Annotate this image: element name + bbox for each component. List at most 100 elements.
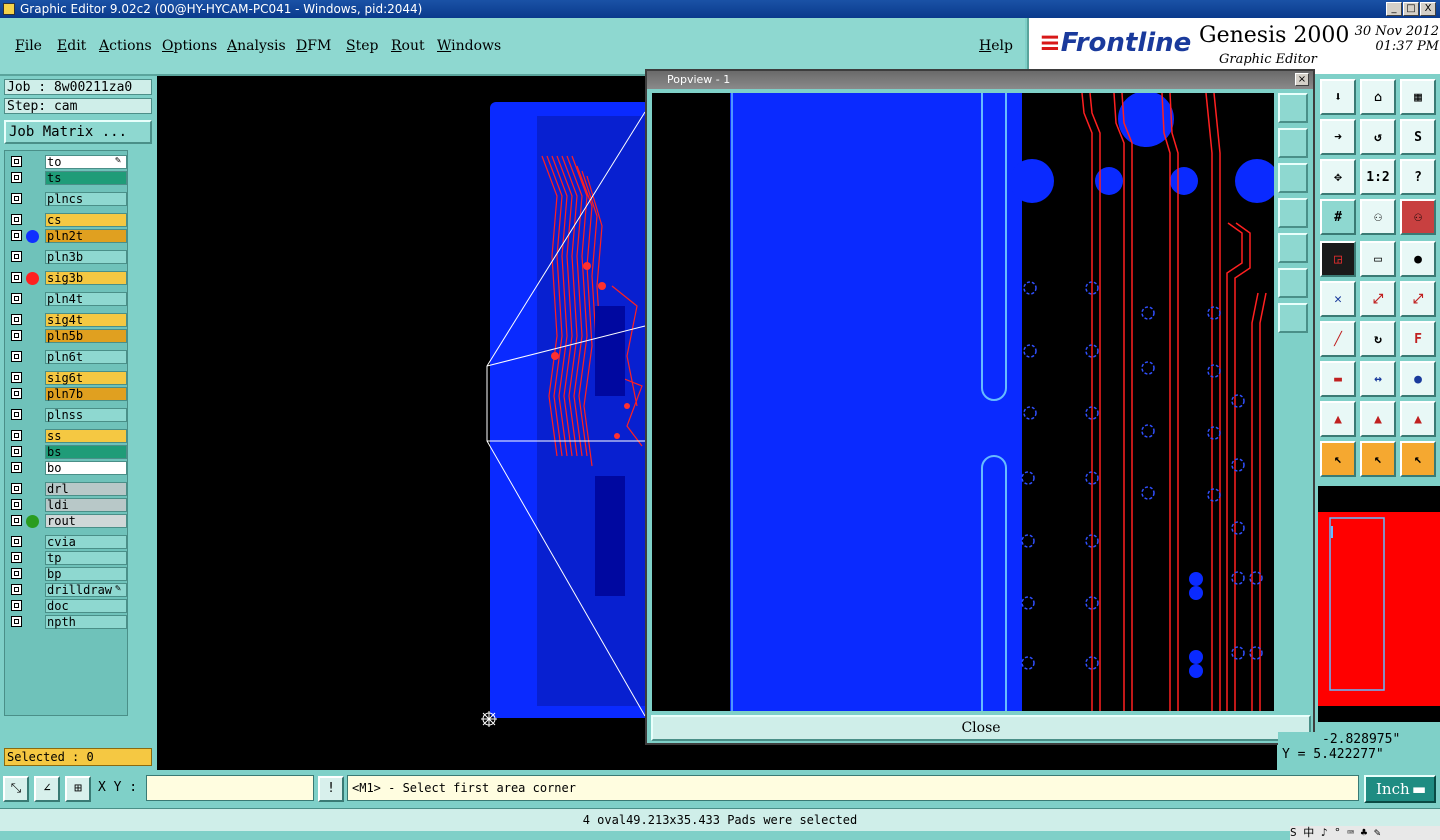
layer-name[interactable]: bo [45, 461, 127, 475]
menu-analysis[interactable]: Analysis [227, 38, 286, 54]
layer-checkbox[interactable] [11, 388, 22, 399]
layer-name[interactable]: plnss [45, 408, 127, 422]
layer-name[interactable]: pln3b [45, 250, 127, 264]
pv-center-icon[interactable] [1278, 303, 1308, 333]
grid-icon[interactable]: # [1320, 199, 1356, 235]
ime-toolbar[interactable]: S 中 ♪ ° ⌨ ♣ ✎ [1290, 826, 1440, 840]
layer-checkbox[interactable] [11, 616, 22, 627]
window-split-icon[interactable]: ▦ [1400, 79, 1436, 115]
select-arrow-2-icon[interactable]: ↖ [1360, 441, 1396, 477]
zoom-area-icon[interactable]: ⤡ [3, 776, 29, 802]
menu-windows[interactable]: Windows [437, 38, 501, 54]
layer-checkbox[interactable] [11, 584, 22, 595]
menu-edit[interactable]: Edit [57, 38, 86, 54]
close-window-button[interactable]: X [1420, 2, 1436, 16]
dimension-icon[interactable]: ↔ [1360, 361, 1396, 397]
layer-checkbox[interactable] [11, 515, 22, 526]
layer-checkbox[interactable] [11, 193, 22, 204]
ruler-icon[interactable]: ▭ [1360, 241, 1396, 277]
measure-icon[interactable]: ◲ [1320, 241, 1356, 277]
scale-icon[interactable]: 1:2 [1360, 159, 1396, 195]
select-net-icon[interactable]: ↖ [1400, 441, 1436, 477]
layer-name[interactable]: sig3b [45, 271, 127, 285]
layer-name[interactable]: sig6t [45, 371, 127, 385]
triangle-icon[interactable]: ▲ [1320, 401, 1356, 437]
layer-checkbox[interactable] [11, 351, 22, 362]
layer-name[interactable]: pln7b [45, 387, 127, 401]
layer-name[interactable]: sig4t [45, 313, 127, 327]
menu-file[interactable]: File [15, 38, 42, 54]
layer-name[interactable]: rout [45, 514, 127, 528]
layer-name[interactable]: npth [45, 615, 127, 629]
pv-up-icon[interactable] [1278, 128, 1308, 158]
measure-tool-icon[interactable]: ∠ [34, 776, 60, 802]
down-arrow-icon[interactable]: ⬇ [1320, 79, 1356, 115]
layer-name[interactable]: pln5b [45, 329, 127, 343]
job-matrix-button[interactable]: Job Matrix ... [4, 120, 152, 144]
layer-checkbox[interactable] [11, 314, 22, 325]
layer-name[interactable]: cvia [45, 535, 127, 549]
layer-checkbox[interactable] [11, 330, 22, 341]
layer-name[interactable]: plncs [45, 192, 127, 206]
layer-checkbox[interactable] [11, 272, 22, 283]
popview-titlebar[interactable]: Popview - 1 × [647, 71, 1313, 89]
layer-checkbox[interactable] [11, 430, 22, 441]
layer-checkbox[interactable] [11, 214, 22, 225]
line-point-2-icon[interactable]: ⤢ [1400, 281, 1436, 317]
layer-name[interactable]: ts [45, 171, 127, 185]
triangle-2-icon[interactable]: ▲ [1360, 401, 1396, 437]
export-icon[interactable]: ➜ [1320, 119, 1356, 155]
line-icon[interactable]: ╱ [1320, 321, 1356, 357]
popview-canvas[interactable] [652, 93, 1274, 711]
layer-name[interactable]: tp [45, 551, 127, 565]
menu-help[interactable]: Help [979, 38, 1013, 54]
layer-name[interactable]: bs [45, 445, 127, 459]
layer-name[interactable]: pln2t [45, 229, 127, 243]
layer-checkbox[interactable] [11, 372, 22, 383]
cross-icon[interactable]: ✕ [1320, 281, 1356, 317]
menu-options[interactable]: Options [162, 38, 217, 54]
triangle-3-icon[interactable]: ▲ [1400, 401, 1436, 437]
layer-checkbox[interactable] [11, 293, 22, 304]
help-icon[interactable]: ? [1400, 159, 1436, 195]
alert-icon[interactable]: ! [318, 776, 344, 802]
unit-select[interactable]: Inch ▬ [1364, 775, 1436, 803]
layer-name[interactable]: bp [45, 567, 127, 581]
layer-checkbox[interactable] [11, 552, 22, 563]
minus-icon[interactable]: ▬ [1320, 361, 1356, 397]
layer-name[interactable]: ss [45, 429, 127, 443]
layer-checkbox[interactable] [11, 172, 22, 183]
menu-step[interactable]: Step [346, 38, 378, 54]
undo-icon[interactable]: ↺ [1360, 119, 1396, 155]
layer-checkbox[interactable] [11, 483, 22, 494]
layer-checkbox[interactable] [11, 462, 22, 473]
netlist-selected-icon[interactable]: ⚇ [1400, 199, 1436, 235]
layer-name[interactable]: cs [45, 213, 127, 227]
minimize-button[interactable]: _ [1386, 2, 1402, 16]
layer-checkbox[interactable] [11, 446, 22, 457]
netlist-icon[interactable]: ⚇ [1360, 199, 1396, 235]
layer-name[interactable]: pln4t [45, 292, 127, 306]
pv-left-icon[interactable] [1278, 198, 1308, 228]
maximize-button[interactable]: □ [1403, 2, 1419, 16]
layer-checkbox[interactable] [11, 536, 22, 547]
popview-close-button[interactable]: Close [651, 715, 1311, 741]
layer-checkbox[interactable] [11, 156, 22, 167]
layer-checkbox[interactable] [11, 499, 22, 510]
shapes-icon[interactable]: ● [1400, 361, 1436, 397]
layer-checkbox[interactable] [11, 251, 22, 262]
menu-rout[interactable]: Rout [391, 38, 425, 54]
pan-icon[interactable]: ✥ [1320, 159, 1356, 195]
text-icon[interactable]: F [1400, 321, 1436, 357]
pv-zoom-icon[interactable] [1278, 93, 1308, 123]
layer-name[interactable]: doc [45, 599, 127, 613]
pad-icon[interactable]: ● [1400, 241, 1436, 277]
pv-fit-icon[interactable] [1278, 268, 1308, 298]
arc-icon[interactable]: ↻ [1360, 321, 1396, 357]
layer-checkbox[interactable] [11, 409, 22, 420]
pv-right-icon[interactable] [1278, 233, 1308, 263]
select-arrow-icon[interactable]: ↖ [1320, 441, 1356, 477]
layer-name[interactable]: ldi [45, 498, 127, 512]
menu-dfm[interactable]: DFM [296, 38, 331, 54]
menu-actions[interactable]: Actions [99, 38, 152, 54]
